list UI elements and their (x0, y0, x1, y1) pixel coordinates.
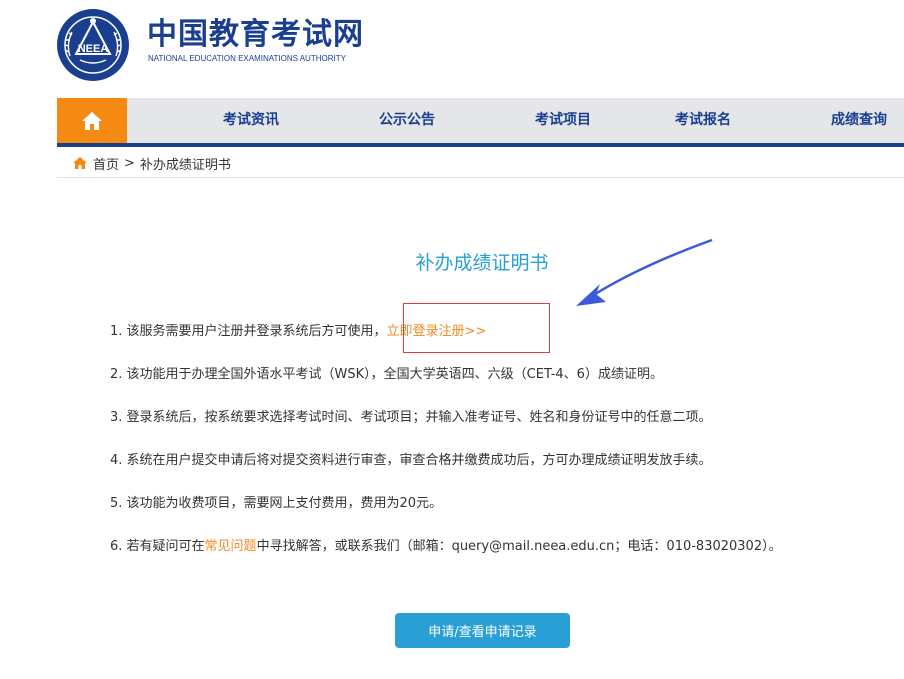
nav-item-exam-news[interactable]: 考试资讯 (223, 98, 279, 143)
breadcrumb: 首页 > 补办成绩证明书 (72, 153, 231, 173)
site-subtitle: NATIONAL EDUCATION EXAMINATIONS AUTHORIT… (148, 54, 346, 63)
neea-emblem-icon[interactable]: NEEA (56, 8, 130, 82)
annotation-arrow-icon (576, 238, 713, 306)
faq-link[interactable]: 常见问题 (205, 539, 257, 554)
instructions-list: 1. 该服务需要用户注册并登录系统后方可使用，立即登录注册>> 2. 该功能用于… (110, 318, 782, 576)
emblem-text: NEEA (78, 43, 109, 55)
breadcrumb-separator: > (124, 155, 135, 171)
home-icon (73, 157, 87, 169)
nav-item-exam-programs[interactable]: 考试项目 (535, 98, 591, 143)
nav-item-exam-registration[interactable]: 考试报名 (675, 98, 731, 143)
breadcrumb-divider (57, 177, 904, 178)
home-icon (82, 111, 102, 130)
annotation-highlight-box (403, 303, 550, 353)
list-item: 6. 若有疑问可在常见问题中寻找解答，或联系我们（邮箱：query@mail.n… (110, 533, 782, 576)
breadcrumb-home-link[interactable]: 首页 (93, 154, 119, 173)
main-nav: 考试资讯 公示公告 考试项目 考试报名 成绩查询 (57, 98, 904, 147)
apply-view-records-button[interactable]: 申请/查看申请记录 (395, 613, 570, 648)
list-item: 3. 登录系统后，按系统要求选择考试时间、考试项目；并输入准考证号、姓名和身份证… (110, 410, 712, 425)
instruction-text: 中寻找解答，或联系我们（邮箱：query@mail.neea.edu.cn；电话… (256, 539, 782, 554)
list-item: 2. 该功能用于办理全国外语水平考试（WSK），全国大学英语四、六级（CET-4… (110, 367, 663, 382)
site-title[interactable]: 中国教育考试网 (147, 18, 364, 52)
instruction-text: 6. 若有疑问可在 (110, 539, 205, 554)
list-item: 4. 系统在用户提交申请后将对提交资料进行审查，审查合格并缴费成功后，方可办理成… (110, 453, 712, 468)
list-item: 5. 该功能为收费项目，需要网上支付费用，费用为20元。 (110, 496, 443, 511)
nav-item-score-query[interactable]: 成绩查询 (831, 98, 887, 143)
breadcrumb-current: 补办成绩证明书 (139, 157, 231, 173)
nav-home-button[interactable] (57, 98, 127, 143)
page-title: 补办成绩证明书 (415, 252, 549, 274)
nav-item-announcements[interactable]: 公示公告 (379, 98, 435, 143)
instruction-text: 1. 该服务需要用户注册并登录系统后方可使用， (110, 324, 387, 339)
site-header: NEEA 中国教育考试网 NATIONAL EDUCATION EXAMINAT… (0, 0, 904, 98)
